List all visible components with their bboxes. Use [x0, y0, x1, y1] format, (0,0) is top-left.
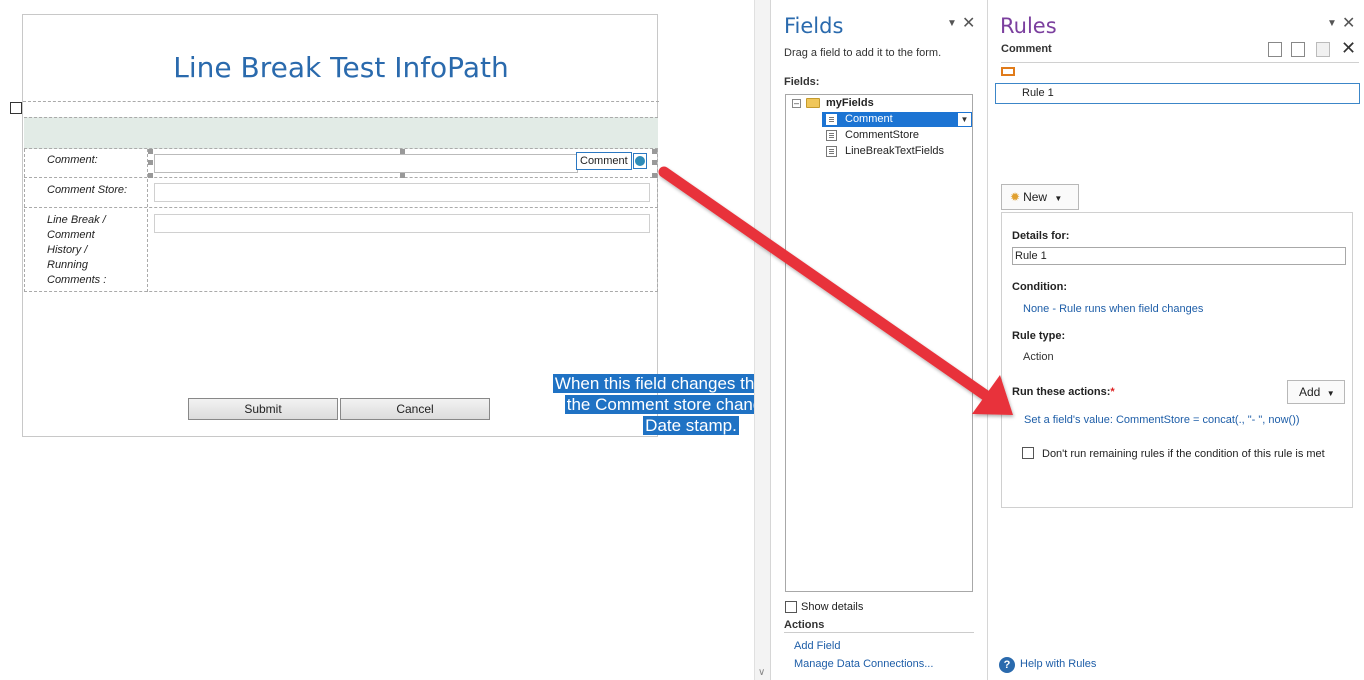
comment-label: Comment: — [47, 154, 98, 166]
resize-handle[interactable] — [148, 160, 153, 165]
actions-divider — [784, 632, 974, 633]
tree-item-comment[interactable]: Comment — [786, 112, 972, 127]
rules-field-name: Comment — [1001, 43, 1052, 55]
canvas-scrollbar[interactable]: ∨ — [754, 0, 770, 680]
resize-handle[interactable] — [400, 149, 405, 154]
required-mark: * — [1110, 386, 1115, 398]
callout-text: Date stamp. — [643, 416, 739, 435]
paste-icon[interactable] — [1316, 42, 1330, 57]
collapse-icon[interactable]: – — [792, 99, 801, 108]
field-tree[interactable]: – myFields Comment ▼ CommentStore LineBr… — [785, 94, 973, 592]
stop-rules-checkbox[interactable] — [1022, 447, 1034, 459]
new-rule-label: New — [1023, 190, 1048, 204]
close-icon[interactable]: ✕ — [1342, 13, 1355, 33]
chevron-down-icon: ▼ — [1054, 194, 1063, 203]
stop-rules-label[interactable]: Don't run remaining rules if the conditi… — [1042, 447, 1342, 462]
rules-task-pane: Rules ▼ ✕ Comment ✕ Rule 1 ✹ New ▼ Detail… — [987, 0, 1364, 680]
tree-item-label: CommentStore — [845, 129, 919, 141]
tree-group-label: myFields — [826, 97, 874, 109]
tree-item-commentstore[interactable]: CommentStore — [786, 128, 972, 143]
form-design-canvas[interactable]: Line Break Test InfoPath Comment: Commen… — [0, 0, 830, 680]
rules-divider — [1001, 62, 1359, 63]
rules-pane-title: Rules — [1000, 14, 1057, 38]
form-title[interactable]: Line Break Test InfoPath — [23, 51, 659, 84]
fields-hint-text: Drag a field to add it to the form. — [784, 47, 942, 59]
comment-store-label: Comment Store: — [47, 184, 128, 196]
condition-link[interactable]: None - Rule runs when field changes — [1023, 303, 1203, 315]
actions-heading: Actions — [784, 619, 825, 631]
show-details-label[interactable]: Show details — [801, 601, 863, 613]
condition-label: Condition: — [1012, 281, 1067, 293]
chevron-down-icon: ▼ — [1326, 389, 1335, 398]
help-icon[interactable]: ? — [999, 657, 1015, 673]
copy-icon[interactable] — [1268, 42, 1282, 57]
pane-options-icon[interactable]: ▼ — [947, 18, 957, 29]
pane-options-icon[interactable]: ▼ — [1327, 18, 1337, 29]
form-layout-table[interactable]: Comment: Comment Store: Line Break / Com… — [24, 149, 658, 292]
field-icon — [826, 114, 837, 125]
fields-pane-title: Fields — [784, 14, 844, 38]
add-action-button[interactable]: Add ▼ — [1287, 380, 1345, 404]
rule-list-item[interactable]: Rule 1 — [995, 83, 1360, 104]
rule-details-panel: Details for: Rule 1 Condition: None - Ru… — [1001, 212, 1353, 508]
help-with-rules-link[interactable]: Help with Rules — [1020, 658, 1096, 670]
scroll-down-icon[interactable]: ∨ — [758, 667, 765, 678]
rule-name-input[interactable]: Rule 1 — [1012, 247, 1346, 265]
resize-handle[interactable] — [400, 173, 405, 178]
fields-list-label: Fields: — [784, 76, 820, 88]
resize-handle[interactable] — [652, 149, 657, 154]
rule-type-value: Action — [1023, 351, 1054, 363]
add-action-label: Add — [1299, 385, 1321, 399]
new-rule-icon: ✹ — [1010, 190, 1021, 204]
field-binding-tag[interactable]: Comment — [576, 152, 632, 170]
cancel-button[interactable]: Cancel — [340, 398, 490, 420]
table-header-band[interactable] — [24, 117, 658, 149]
resize-handle[interactable] — [652, 160, 657, 165]
submit-button[interactable]: Submit — [188, 398, 338, 420]
details-for-label: Details for: — [1012, 230, 1070, 242]
tree-item-label: Comment — [845, 113, 893, 125]
rule-icon — [1001, 67, 1015, 76]
copy-all-icon[interactable] — [1291, 42, 1305, 57]
history-label: Line Break / Comment History / Running C… — [47, 214, 107, 286]
run-actions-label: Run these actions:* — [1012, 386, 1115, 398]
action-link[interactable]: Set a field's value: CommentStore = conc… — [1024, 414, 1300, 426]
delete-icon[interactable]: ✕ — [1341, 38, 1356, 59]
tree-item-label: LineBreakTextFields — [845, 145, 945, 157]
new-rule-button[interactable]: ✹ New ▼ — [1001, 184, 1079, 210]
run-actions-text: Run these actions: — [1012, 386, 1111, 398]
fields-task-pane: Fields ▼ ✕ Drag a field to add it to the… — [770, 0, 987, 680]
comment-textbox[interactable] — [154, 154, 578, 173]
table-select-handle[interactable] — [10, 102, 22, 114]
field-icon — [826, 130, 837, 141]
chevron-down-icon[interactable]: ▼ — [957, 112, 972, 127]
rule-type-label: Rule type: — [1012, 330, 1066, 342]
tree-item-linebreaktextfields[interactable]: LineBreakTextFields — [786, 144, 972, 159]
manage-data-connections-link[interactable]: Manage Data Connections... — [794, 658, 933, 670]
close-icon[interactable]: ✕ — [962, 13, 975, 33]
history-textbox[interactable] — [154, 214, 650, 233]
show-details-checkbox[interactable] — [785, 601, 797, 613]
resize-handle[interactable] — [148, 149, 153, 154]
resize-handle[interactable] — [652, 173, 657, 178]
layout-divider — [23, 101, 659, 102]
tree-group-myfields[interactable]: – myFields — [786, 96, 972, 111]
comment-store-textbox[interactable] — [154, 183, 650, 202]
field-binding-icon[interactable] — [633, 153, 647, 169]
field-icon — [826, 146, 837, 157]
folder-icon — [806, 98, 820, 108]
resize-handle[interactable] — [148, 173, 153, 178]
add-field-link[interactable]: Add Field — [794, 640, 840, 652]
